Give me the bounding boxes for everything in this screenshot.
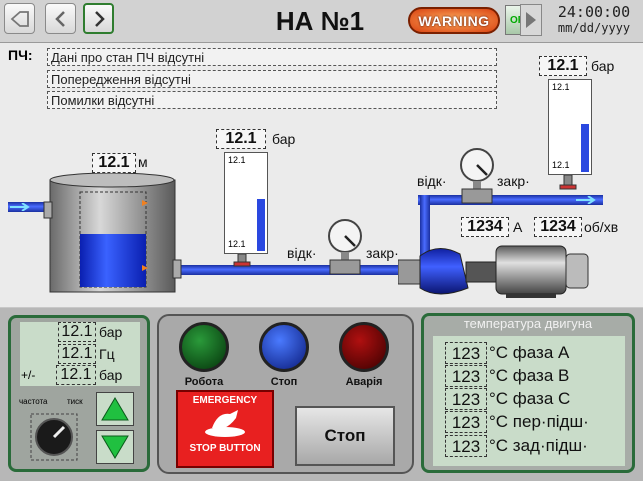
temperature-value: 123 — [445, 365, 487, 387]
play-icon[interactable] — [520, 4, 542, 36]
back-home-icon — [10, 10, 29, 27]
stop-button[interactable]: Стоп — [295, 406, 395, 466]
clock-date: mm/dd/yyyy — [557, 21, 631, 35]
valve-right-open-label: відк· — [417, 173, 447, 189]
emergency-hand-icon — [205, 410, 245, 437]
pressure-right-bar: 12.1 12.1 — [548, 79, 592, 175]
emergency-label-bottom: STOP BUTTON — [189, 443, 261, 454]
temperature-row-front-bearing: 123 °С пер·підш· — [441, 411, 617, 433]
temperature-value: 123 — [445, 388, 487, 410]
temperature-value: 123 — [445, 411, 487, 433]
pressure-left-bar: 12.1 12.1 — [224, 152, 268, 254]
valve-right-closed-label: закр· — [497, 173, 530, 189]
clock: 24:00:00 mm/dd/yyyy — [548, 3, 640, 39]
gauge-connector-icon — [233, 254, 251, 267]
motor-current-unit: А — [513, 219, 523, 235]
arrow-up-icon — [101, 397, 129, 421]
pressure-left-scale-bottom: 12.1 — [228, 239, 246, 249]
pressure-right-fill — [581, 124, 589, 172]
pressure-right-scale-top: 12.1 — [552, 82, 570, 92]
knob-label-pressure: тиск — [67, 397, 83, 406]
temperature-row-phase-c: 123 °С фаза С — [441, 388, 617, 410]
valve-left-open-label: відк· — [287, 245, 317, 261]
pressure-setpoint-value[interactable]: 12.1 — [58, 322, 96, 342]
motor-current-value: 1234 — [461, 217, 509, 237]
home-button[interactable] — [4, 3, 35, 34]
frequency-unit: Гц — [99, 346, 115, 362]
temperature-label: °С фаза В — [489, 366, 570, 385]
stop-lamp-label: Стоп — [270, 376, 298, 388]
run-lamp-label: Робота — [184, 376, 224, 388]
decrease-button[interactable] — [96, 430, 134, 464]
delta-label: +/- — [21, 368, 36, 382]
stop-lamp — [259, 322, 309, 372]
tank-level-value: 12.1 — [92, 153, 136, 173]
valve-left-closed-label: закр· — [366, 245, 399, 261]
chevron-right-icon — [94, 10, 105, 27]
flow-arrow-icon — [576, 196, 596, 204]
pressure-left-fill — [257, 199, 265, 251]
pressure-left-unit: бар — [272, 131, 296, 147]
valve-left[interactable] — [325, 218, 365, 280]
gauge-connector-icon — [559, 175, 577, 190]
pressure-setpoint-unit: бар — [99, 324, 123, 340]
tank-level-unit: м — [138, 154, 148, 170]
pump-motor — [398, 245, 589, 298]
chevron-left-icon — [54, 10, 65, 27]
delta-unit: бар — [99, 367, 123, 383]
temperature-label: °С пер·підш· — [489, 412, 589, 431]
temperature-row-phase-a: 123 °С фаза А — [441, 342, 617, 364]
pressure-right-unit: бар — [591, 58, 615, 74]
run-lamp — [179, 322, 229, 372]
valve-right[interactable] — [457, 148, 497, 206]
emergency-label-top: EMERGENCY — [192, 395, 258, 406]
alarm-lamp — [339, 322, 389, 372]
vfd-label: ПЧ: — [8, 47, 33, 63]
vfd-errors-line: Помилки відсутні — [47, 91, 497, 109]
temperature-label: °С фаза А — [489, 343, 570, 362]
temperature-row-phase-b: 123 °С фаза В — [441, 365, 617, 387]
suction-pipe — [175, 265, 420, 275]
knob-label-frequency: частота — [19, 397, 48, 406]
arrow-down-icon — [101, 435, 129, 459]
frequency-value[interactable]: 12.1 — [58, 344, 96, 364]
emergency-stop-button[interactable]: EMERGENCY STOP BUTTON — [176, 390, 274, 468]
temperature-label: °С фаза С — [489, 389, 571, 408]
pressure-left-value: 12.1 — [216, 129, 266, 149]
pressure-left-scale-top: 12.1 — [228, 155, 246, 165]
increase-button[interactable] — [96, 392, 134, 426]
pressure-right-scale-bottom: 12.1 — [552, 160, 570, 170]
prev-button[interactable] — [45, 3, 76, 34]
vfd-warnings-line: Попередження відсутні — [47, 70, 497, 88]
vfd-status-line: Дані про стан ПЧ відсутні — [47, 48, 497, 66]
temperature-row-rear-bearing: 123 °С зад·підш· — [441, 435, 617, 457]
temperature-value: 123 — [445, 342, 487, 364]
pressure-right-value: 12.1 — [539, 56, 587, 76]
water-tank — [43, 172, 182, 293]
alarm-lamp-label: Аварія — [345, 376, 383, 388]
delta-value[interactable]: 12.1 — [56, 365, 96, 385]
motor-speed-value: 1234 — [534, 217, 582, 237]
temperature-title: температура двигуна — [463, 316, 593, 331]
next-button[interactable] — [83, 3, 114, 34]
warning-indicator[interactable]: WARNING — [408, 7, 500, 34]
motor-speed-unit: об/хв — [584, 219, 619, 235]
page-title: НА №1 — [275, 5, 365, 36]
mode-selector-knob[interactable] — [30, 413, 78, 461]
temperature-label: °С зад·підш· — [489, 436, 588, 455]
clock-time: 24:00:00 — [557, 3, 631, 21]
temperature-value: 123 — [445, 435, 487, 457]
